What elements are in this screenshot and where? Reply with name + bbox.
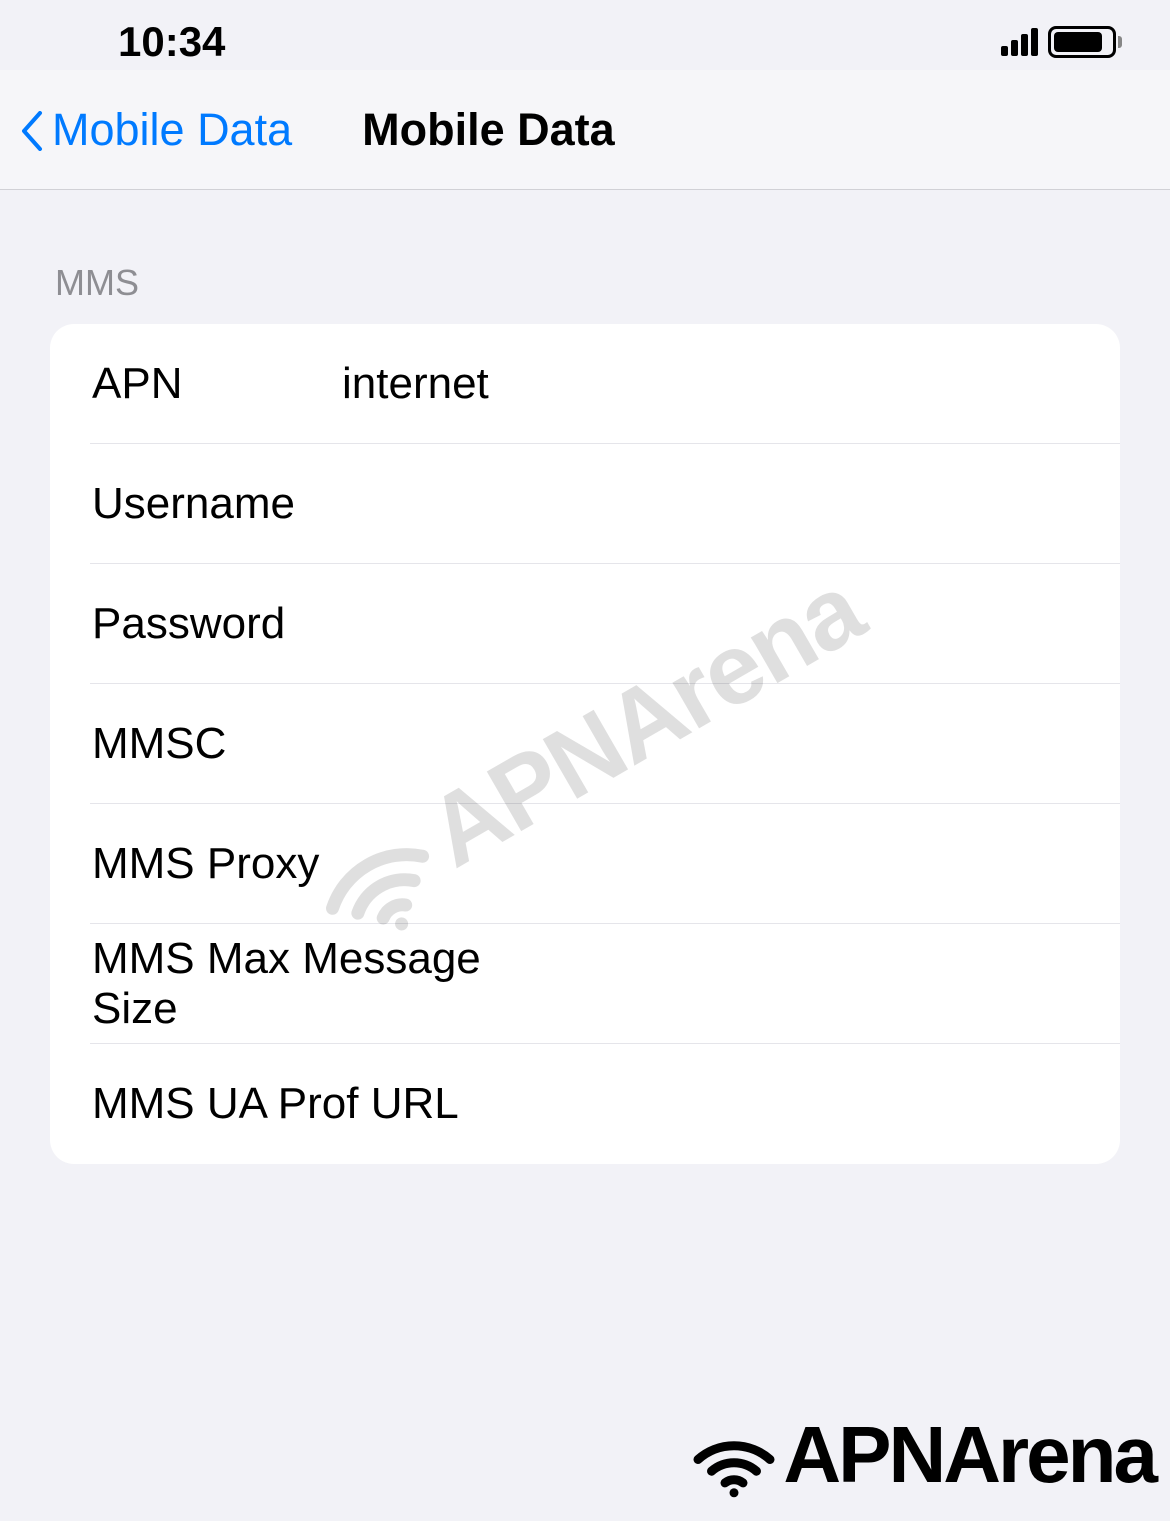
label-password: Password [92,599,342,649]
back-button[interactable]: Mobile Data [20,104,292,156]
navigation-bar: Mobile Data Mobile Data [0,70,1170,190]
row-apn[interactable]: APN [90,324,1120,444]
input-mms-ua-prof[interactable] [545,1079,1120,1129]
input-mms-proxy[interactable] [342,839,1120,889]
row-password[interactable]: Password [90,564,1120,684]
input-mmsc[interactable] [342,719,1120,769]
back-label: Mobile Data [52,104,292,156]
cellular-signal-icon [1001,28,1038,56]
status-time: 10:34 [118,18,225,66]
row-mmsc[interactable]: MMSC [90,684,1120,804]
row-mms-max-size[interactable]: MMS Max Message Size [90,924,1120,1044]
status-indicators [1001,26,1122,58]
wifi-icon [689,1410,779,1500]
footer-logo: APNArena [689,1409,1155,1501]
label-mms-proxy: MMS Proxy [92,839,342,889]
row-mms-ua-prof[interactable]: MMS UA Prof URL [90,1044,1120,1164]
input-password[interactable] [342,599,1120,649]
label-mms-ua-prof: MMS UA Prof URL [92,1079,545,1129]
mms-settings-group: APN Username Password MMSC MMS Proxy MMS… [50,324,1120,1164]
row-username[interactable]: Username [90,444,1120,564]
chevron-left-icon [20,110,44,150]
input-mms-max-size[interactable] [545,959,1120,1009]
footer-logo-text: APNArena [783,1409,1155,1501]
label-mmsc: MMSC [92,719,342,769]
label-apn: APN [92,359,342,409]
row-mms-proxy[interactable]: MMS Proxy [90,804,1120,924]
label-username: Username [92,479,342,529]
status-bar: 10:34 [0,0,1170,70]
input-username[interactable] [342,479,1120,529]
content-area: MMS APN Username Password MMSC MMS Proxy… [0,262,1170,1164]
input-apn[interactable] [342,359,1120,409]
battery-icon [1048,26,1122,58]
page-title: Mobile Data [362,104,1150,156]
section-header-mms: MMS [55,262,1120,304]
label-mms-max-size: MMS Max Message Size [92,934,545,1034]
